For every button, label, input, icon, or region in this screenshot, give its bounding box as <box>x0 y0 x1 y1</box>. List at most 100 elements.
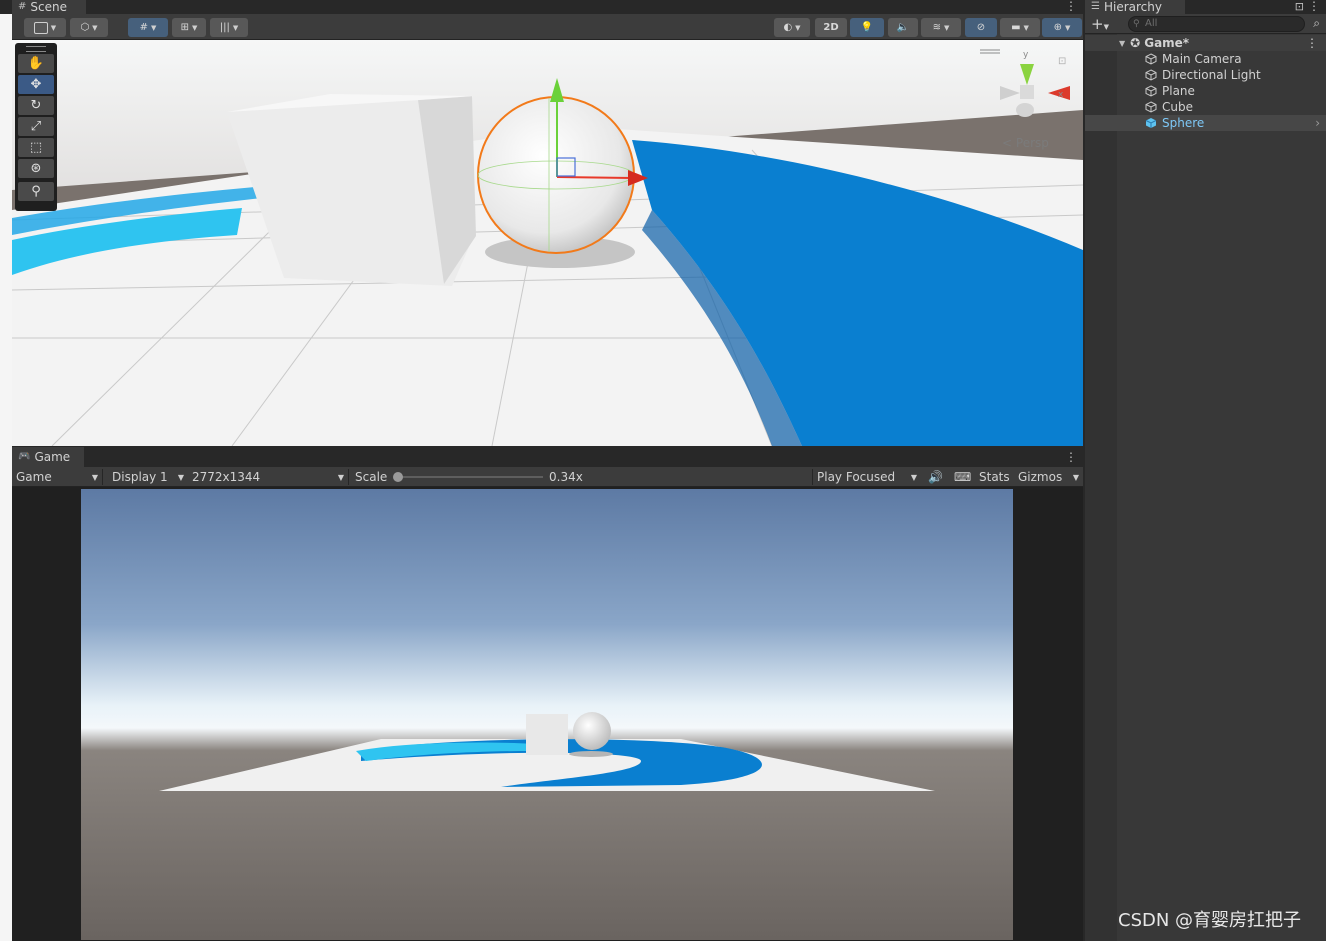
game-tab-strip: 🎮 Game ⋮ <box>12 447 1083 467</box>
chevron-down-icon: ▼ <box>91 472 98 482</box>
scene-root-row[interactable]: ▼ ✪ Game* ⋮ <box>1085 35 1326 51</box>
display-select[interactable]: Display 1 ▼ <box>108 467 188 487</box>
shortcuts-toggle[interactable]: ⌨ <box>950 467 974 487</box>
shading-mode-button[interactable]: ⬡ ▼ <box>70 18 108 37</box>
gizmo-y-label: y <box>1023 50 1029 60</box>
chevron-down-icon: ▼ <box>944 23 950 32</box>
hand-tool[interactable]: ✋ <box>18 54 54 73</box>
eye-slash-icon: ⊘ <box>976 22 986 33</box>
scene-menu-icon[interactable]: ⋮ <box>1306 36 1318 50</box>
display-value: Display 1 <box>112 470 168 484</box>
chevron-down-icon: ▼ <box>337 472 344 482</box>
hand-icon: ✋ <box>27 56 45 71</box>
lock-icon[interactable]: ⊡ <box>1295 0 1304 13</box>
scene-tab-strip: # Scene ⋮ <box>12 0 1083 14</box>
scene-viewport[interactable]: y x ⊡ ✋ ✥ ↻ ⤢ ⬚ ⊛ ⚲ < Persp <box>12 40 1083 446</box>
chevron-down-icon: ▼ <box>910 472 917 482</box>
game-panel: 🎮 Game ⋮ Game ▼ Display 1 ▼ 2772x1344 ▼ … <box>12 447 1083 941</box>
lighting-toggle[interactable]: 💡 <box>850 18 884 37</box>
hierarchy-item-sphere[interactable]: Sphere › <box>1085 115 1326 131</box>
scale-slider-track[interactable] <box>395 476 543 478</box>
play-mode-select[interactable]: Play Focused ▼ <box>813 467 921 487</box>
game-viewport[interactable] <box>12 487 1083 941</box>
snap-grid-icon: ⊞ <box>180 22 189 33</box>
lock-icon[interactable]: ⊡ <box>1058 56 1066 67</box>
game-sphere <box>573 712 611 750</box>
hidden-objects-toggle[interactable]: ⊘ <box>965 18 997 37</box>
hierarchy-menu-icon[interactable]: ⋮ <box>1308 0 1320 12</box>
add-object-button[interactable]: +▼ <box>1091 15 1109 33</box>
tab-hierarchy[interactable]: ☰ Hierarchy <box>1085 0 1185 14</box>
gameobject-cube-icon <box>1145 118 1157 128</box>
resolution-select[interactable]: 2772x1344 ▼ <box>188 467 348 487</box>
scene-root-label: Game* <box>1144 36 1190 50</box>
stats-button[interactable]: Stats <box>975 467 1015 487</box>
search-placeholder: All <box>1145 18 1158 29</box>
scale-value: 0.34x <box>545 467 595 487</box>
effects-button[interactable]: ≋ ▼ <box>921 18 961 37</box>
game-menu-icon[interactable]: ⋮ <box>1065 451 1077 463</box>
game-mode-select[interactable]: Game ▼ <box>12 467 102 487</box>
hierarchy-item-main-camera[interactable]: Main Camera <box>1085 51 1326 67</box>
game-frame <box>81 489 1013 940</box>
camera-icon: ▬ <box>1011 22 1021 33</box>
gamepad-icon: 🎮 <box>18 451 31 462</box>
sphere-shading-icon: ◐ <box>783 22 793 33</box>
transform-tool[interactable]: ⊛ <box>18 159 54 178</box>
scene-search-icon[interactable]: ⌕ <box>1313 16 1320 31</box>
grid-snap-toggle[interactable]: # ▼ <box>128 18 168 37</box>
gizmos-toggle[interactable]: ⊕ ▼ <box>1042 18 1082 37</box>
tab-game[interactable]: 🎮 Game <box>12 447 84 467</box>
left-edge-strip <box>0 14 12 941</box>
gizmos-button[interactable]: Gizmos <box>1014 467 1066 487</box>
increment-snap-button[interactable]: ⊞ ▼ <box>172 18 206 37</box>
plus-icon: + <box>1091 15 1104 33</box>
chevron-down-icon: ▼ <box>232 23 239 32</box>
chevron-left-icon: < <box>1002 136 1013 150</box>
gizmos-dropdown[interactable]: ▼ <box>1066 467 1083 487</box>
custom-tool[interactable]: ⚲ <box>18 182 54 201</box>
chevron-down-icon: ▼ <box>177 472 184 482</box>
palette-grip[interactable] <box>26 46 46 52</box>
projection-label[interactable]: < Persp <box>1002 136 1049 150</box>
chevron-down-icon: ▼ <box>1023 23 1029 32</box>
render-mode-button[interactable]: ◐ ▼ <box>774 18 810 37</box>
snap-ruler-button[interactable]: ||| ▼ <box>210 18 248 37</box>
gameobject-cube-icon <box>1145 53 1157 65</box>
audio-toggle[interactable]: 🔈 <box>888 18 918 37</box>
tab-hierarchy-label: Hierarchy <box>1103 0 1162 14</box>
x-axis-handle[interactable] <box>556 176 633 179</box>
hierarchy-item-plane[interactable]: Plane <box>1085 83 1326 99</box>
divider <box>102 469 103 485</box>
cube-outline-icon: ⬡ <box>80 22 90 33</box>
item-label: Sphere <box>1162 116 1205 130</box>
item-label: Cube <box>1162 100 1193 114</box>
mute-audio-toggle[interactable]: 🔊 <box>924 467 948 487</box>
speaker-icon: 🔊 <box>928 470 943 484</box>
hierarchy-tab-strip: ☰ Hierarchy ⊡ ⋮ <box>1085 0 1326 14</box>
chevron-right-icon[interactable]: › <box>1315 116 1320 130</box>
item-label: Directional Light <box>1162 68 1261 82</box>
2d-toggle[interactable]: 2D <box>815 18 847 37</box>
tab-scene[interactable]: # Scene <box>12 0 86 14</box>
tool-palette: ✋ ✥ ↻ ⤢ ⬚ ⊛ ⚲ <box>15 43 57 211</box>
hierarchy-search-input[interactable]: ⚲ All <box>1128 16 1305 32</box>
rotate-tool[interactable]: ↻ <box>18 96 54 115</box>
hierarchy-item-directional-light[interactable]: Directional Light <box>1085 67 1326 83</box>
draw-mode-button[interactable]: ▼ <box>24 18 66 37</box>
rect-tool[interactable]: ⬚ <box>18 138 54 157</box>
camera-settings-button[interactable]: ▬ ▼ <box>1000 18 1040 37</box>
scale-slider-thumb[interactable] <box>393 472 403 482</box>
unity-scene-icon: ✪ <box>1130 36 1141 50</box>
draw-mode-icon <box>33 21 48 34</box>
globe-icon: ⊕ <box>1053 22 1062 33</box>
foldout-arrow-icon[interactable]: ▼ <box>1119 39 1125 48</box>
scene-menu-icon[interactable]: ⋮ <box>1065 0 1077 12</box>
transform-icon: ⊛ <box>30 161 42 176</box>
stats-text: Stats <box>979 470 1010 484</box>
hierarchy-item-cube[interactable]: Cube <box>1085 99 1326 115</box>
scale-tool[interactable]: ⤢ <box>18 117 54 136</box>
list-icon: ☰ <box>1091 1 1100 12</box>
chevron-down-icon: ▼ <box>92 23 98 32</box>
move-tool[interactable]: ✥ <box>18 75 54 94</box>
